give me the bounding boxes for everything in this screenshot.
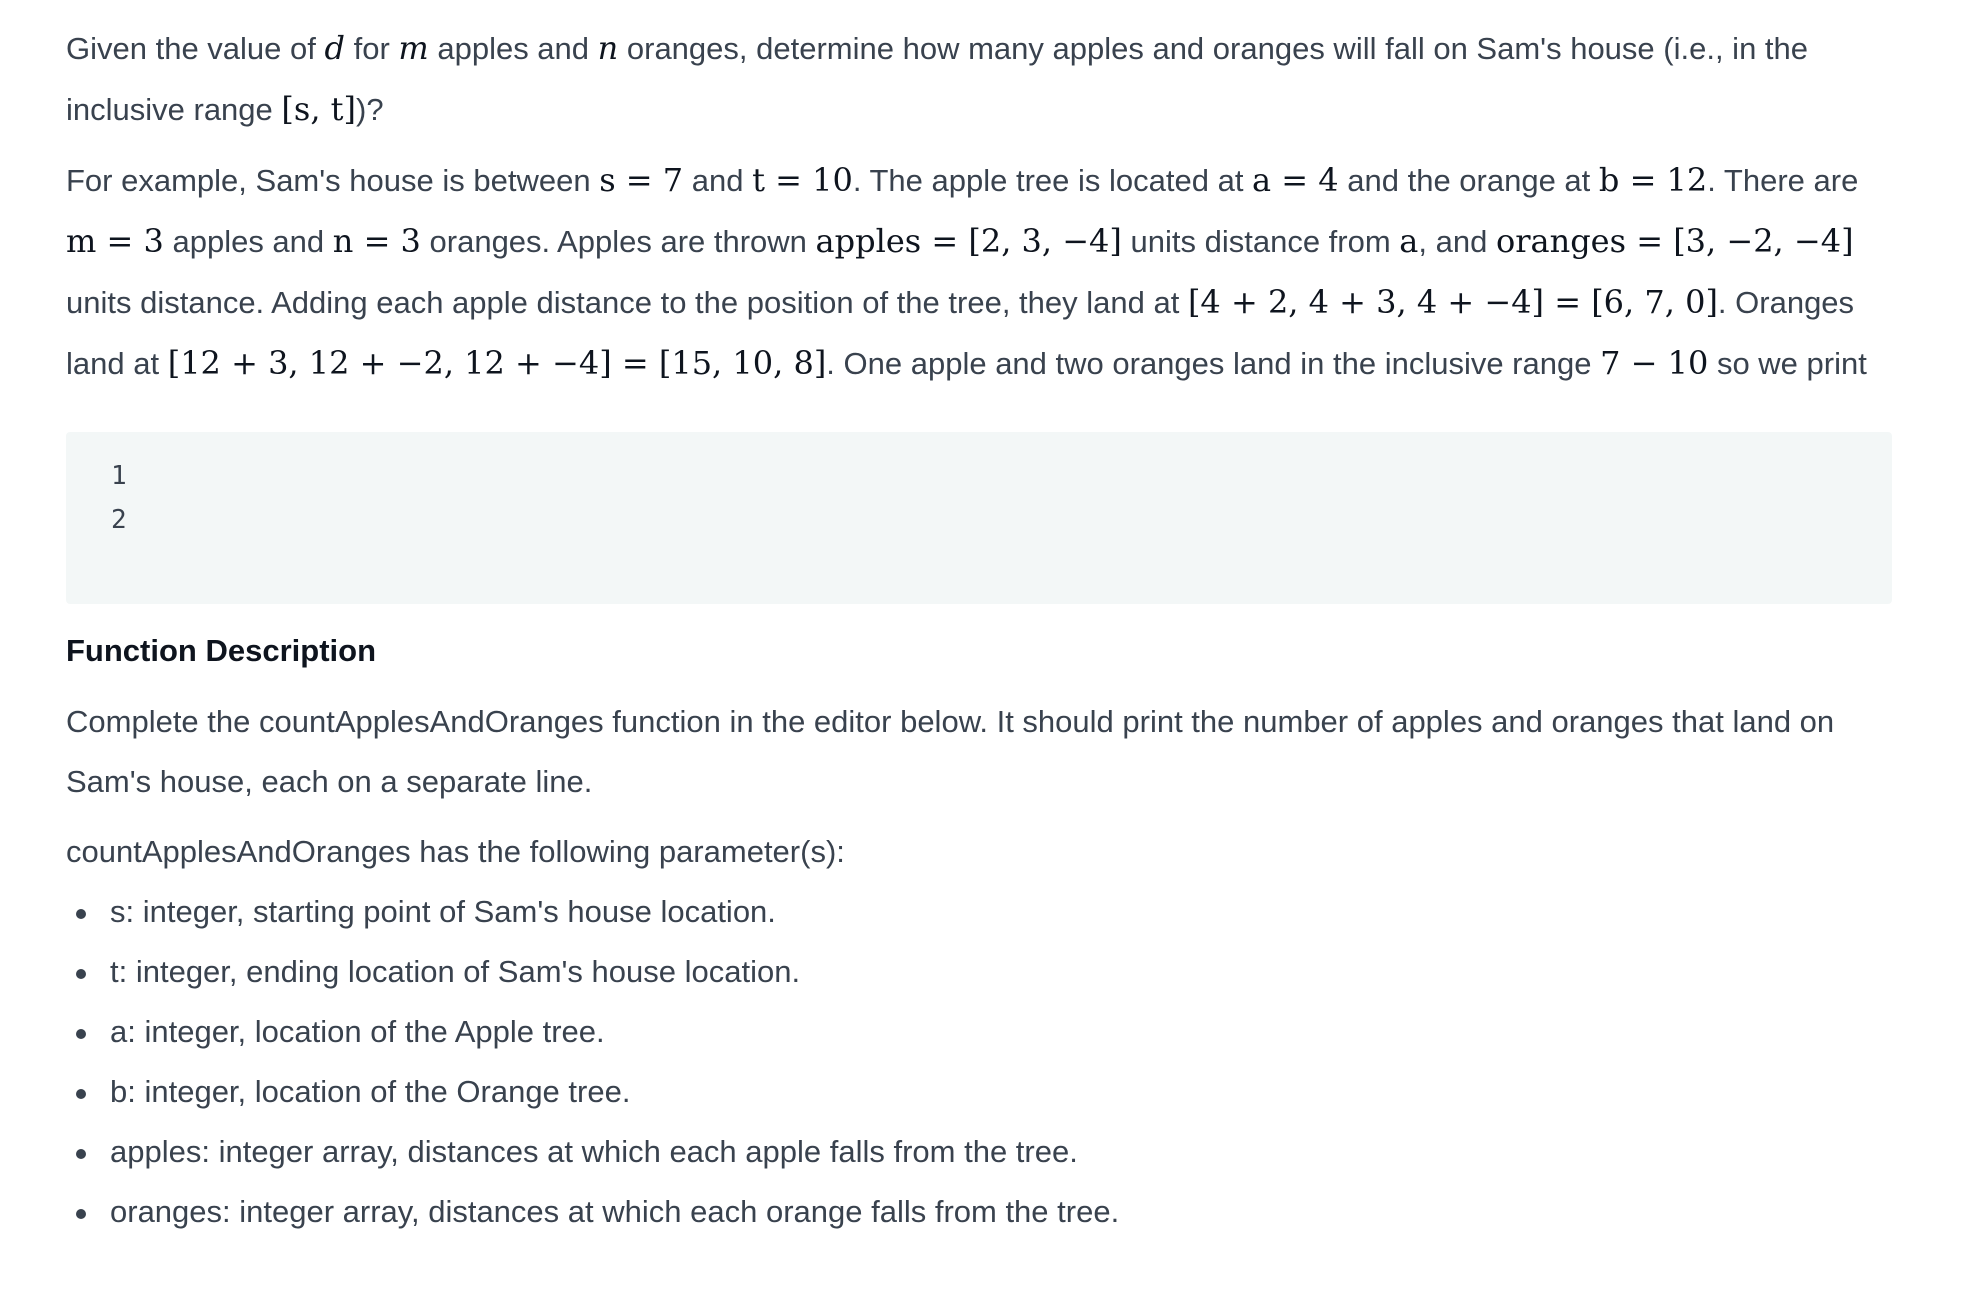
list-item: b: integer, location of the Orange tree. [76,1062,1892,1122]
intro-text: Given the value of [66,31,325,66]
example-text: For example, Sam's house is between [66,163,600,198]
function-description-heading: Function Description [66,633,376,668]
example-text: units distance from [1121,224,1400,259]
math-orange-landings: [12 + 3, 12 + −2, 12 + −4] = [15, 10, 8] [167,344,827,382]
list-item: apples: integer array, distances at whic… [76,1122,1892,1182]
example-text: . There are [1707,163,1859,198]
list-item: oranges: integer array, distances at whi… [76,1182,1892,1242]
intro-text: )? [356,92,384,127]
example-text: . The apple tree is located at [852,163,1253,198]
intro-text: for [344,31,399,66]
output-line-1: 1 [111,461,127,491]
math-a: a [1399,222,1419,260]
math-s-value: s = 7 [599,161,684,199]
example-paragraph: For example, Sam's house is between s = … [66,150,1892,394]
math-apple-landings: [4 + 2, 4 + 3, 4 + −4] = [6, 7, 0] [1187,283,1718,321]
example-text: oranges. Apples are thrown [420,224,816,259]
example-text: units distance. Adding each apple distan… [66,285,1188,320]
output-line-2: 2 [111,505,127,535]
math-apples-array: apples = [2, 3, −4] [815,222,1122,260]
math-range: [s, t] [281,90,356,128]
list-item: s: integer, starting point of Sam's hous… [76,882,1892,942]
parameters-intro: countApplesAndOranges has the following … [66,834,845,869]
math-m-value: m = 3 [66,222,164,260]
math-a-value: a = 4 [1252,161,1339,199]
math-t-value: t = 10 [752,161,853,199]
function-description-paragraph: Complete the countApplesAndOranges funct… [66,704,1835,799]
math-n: n [597,29,619,67]
example-text: , and [1418,224,1496,259]
problem-statement: Given the value of d for m apples and n … [66,18,1892,1242]
example-text: and the orange at [1338,163,1599,198]
example-text: apples and [163,224,333,259]
list-item: a: integer, location of the Apple tree. [76,1002,1892,1062]
intro-paragraph: Given the value of d for m apples and n … [66,18,1892,140]
example-text: . One apple and two oranges land in the … [826,346,1601,381]
math-range-values: 7 − 10 [1600,344,1709,382]
sample-output-block: 1 2 [66,432,1892,604]
math-b-value: b = 12 [1598,161,1708,199]
math-d: d [324,29,345,67]
example-text: so we print [1708,346,1867,381]
math-m: m [398,29,429,67]
parameter-list: s: integer, starting point of Sam's hous… [66,882,1892,1242]
intro-text: apples and [428,31,598,66]
list-item: t: integer, ending location of Sam's hou… [76,942,1892,1002]
example-text: and [683,163,753,198]
math-oranges-array: oranges = [3, −2, −4] [1495,222,1854,260]
math-n-value: n = 3 [332,222,421,260]
